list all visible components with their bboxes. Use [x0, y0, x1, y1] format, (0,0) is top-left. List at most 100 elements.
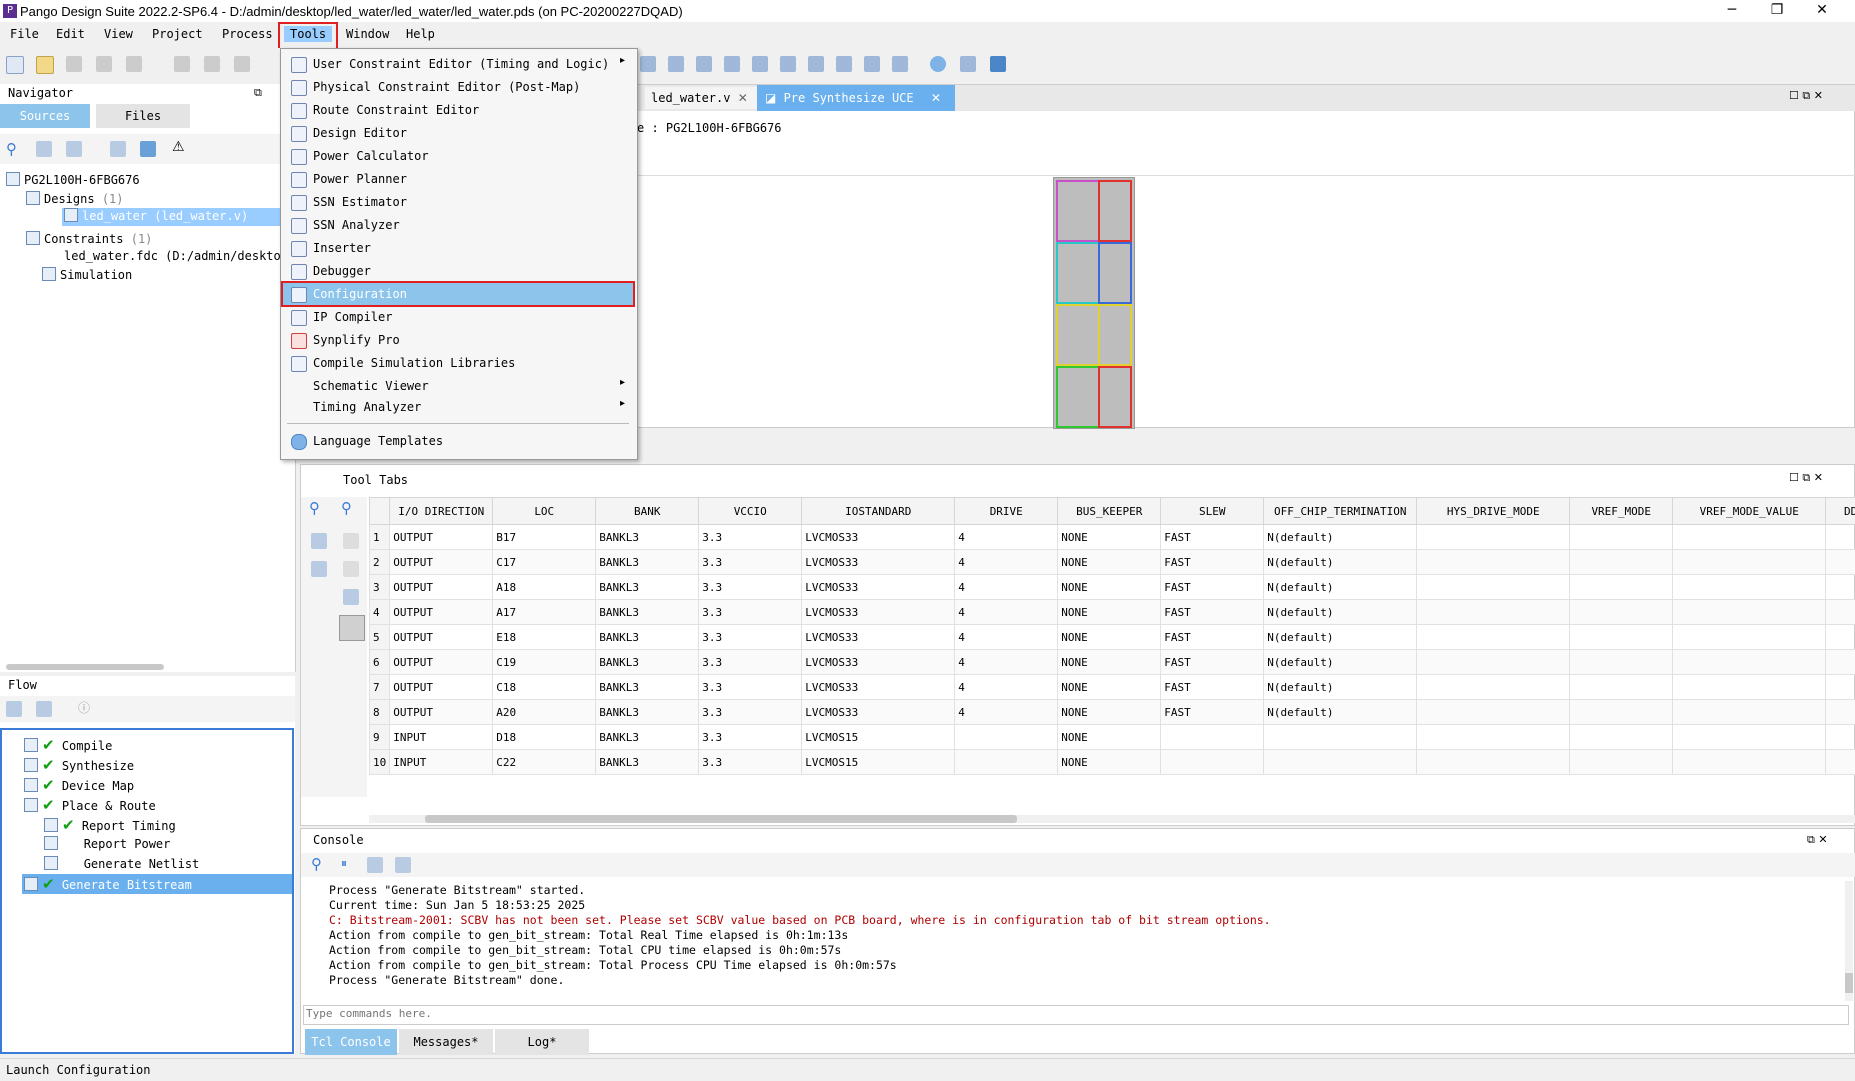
- tab-pre-synthesize-uce[interactable]: ◪ Pre Synthesize UCE ✕: [757, 85, 955, 111]
- table-row-number[interactable]: 5: [370, 625, 390, 650]
- table-cell[interactable]: OUTPUT: [390, 550, 493, 575]
- tool-icon-9[interactable]: [864, 56, 880, 72]
- table-row-number[interactable]: 10: [370, 750, 390, 775]
- table-cell[interactable]: [1673, 525, 1826, 550]
- table-cell[interactable]: [1417, 750, 1570, 775]
- flow-expand-icon[interactable]: [6, 701, 22, 717]
- table-row[interactable]: 3OUTPUTA18BANKL33.3LVCMOS334NONEFASTN(de…: [370, 575, 1855, 600]
- flow-item-generate-netlist[interactable]: Generate Netlist: [44, 856, 199, 871]
- table-cell[interactable]: INPUT: [390, 750, 493, 775]
- tools-menu-item-ssn-analyzer[interactable]: SSN Analyzer: [283, 214, 633, 236]
- table-cell[interactable]: C19: [493, 650, 596, 675]
- tools-menu-item-route-constraint-editor[interactable]: Route Constraint Editor: [283, 99, 633, 121]
- table-header-bank[interactable]: BANK: [596, 498, 699, 525]
- tab-messages[interactable]: Messages*: [399, 1029, 493, 1055]
- device-floorplan-view[interactable]: [1053, 177, 1135, 429]
- table-row[interactable]: 6OUTPUTC19BANKL33.3LVCMOS334NONEFASTN(de…: [370, 650, 1855, 675]
- table-cell[interactable]: N(default): [1264, 650, 1417, 675]
- tree-design-item[interactable]: led_water (led_water.v): [62, 208, 294, 226]
- table-cell[interactable]: LVCMOS33: [802, 575, 955, 600]
- minimize-button[interactable]: ─: [1712, 0, 1752, 22]
- tools-menu-item-language-templates[interactable]: Language Templates: [283, 430, 633, 452]
- table-cell[interactable]: LVCMOS33: [802, 675, 955, 700]
- table-cell[interactable]: OUTPUT: [390, 675, 493, 700]
- table-cell[interactable]: [1570, 750, 1673, 775]
- table-cell[interactable]: [1570, 575, 1673, 600]
- float-icon[interactable]: ⧉: [254, 86, 262, 100]
- tool-icon-2[interactable]: [668, 56, 684, 72]
- table-cell[interactable]: NONE: [1058, 650, 1161, 675]
- table-cell[interactable]: 4: [955, 625, 1058, 650]
- table-cell[interactable]: [1673, 750, 1826, 775]
- table-row-number[interactable]: 1: [370, 525, 390, 550]
- table-cell[interactable]: [1417, 725, 1570, 750]
- table-cell[interactable]: [1673, 650, 1826, 675]
- tcl-command-field[interactable]: [304, 1006, 1852, 1021]
- table-hscrollbar-track[interactable]: [369, 815, 1855, 823]
- table-cell[interactable]: [1826, 750, 1855, 775]
- table-cell[interactable]: OUTPUT: [390, 575, 493, 600]
- table-row-number[interactable]: 2: [370, 550, 390, 575]
- menu-process[interactable]: Process: [218, 27, 277, 41]
- console-expand-icon[interactable]: [367, 857, 383, 873]
- table-cell[interactable]: BANKL3: [596, 700, 699, 725]
- tree-constraints[interactable]: Constraints (1): [26, 231, 152, 246]
- tools-menu-item-ssn-estimator[interactable]: SSN Estimator: [283, 191, 633, 213]
- table-cell[interactable]: FAST: [1161, 675, 1264, 700]
- menu-help[interactable]: Help: [402, 27, 439, 41]
- help-icon[interactable]: ⓘ: [78, 699, 90, 716]
- tree-constraint-item[interactable]: led_water.fdc (D:/admin/desktop: [64, 249, 288, 263]
- table-cell[interactable]: LVCMOS33: [802, 525, 955, 550]
- table-cell[interactable]: C17: [493, 550, 596, 575]
- table-cell[interactable]: [1826, 700, 1855, 725]
- table-cell[interactable]: [1417, 600, 1570, 625]
- close-tab-icon[interactable]: ✕: [738, 91, 748, 105]
- table-cell[interactable]: [1826, 575, 1855, 600]
- table-cell[interactable]: OUTPUT: [390, 625, 493, 650]
- table-cell[interactable]: BANKL3: [596, 550, 699, 575]
- table-row-number[interactable]: 3: [370, 575, 390, 600]
- filter-icon[interactable]: [311, 533, 327, 549]
- table-cell[interactable]: LVCMOS33: [802, 550, 955, 575]
- flow-item-place-route[interactable]: ✔ Place & Route: [24, 796, 156, 814]
- table-cell[interactable]: [1570, 625, 1673, 650]
- table-row[interactable]: 1OUTPUTB17BANKL33.3LVCMOS334NONEFASTN(de…: [370, 525, 1855, 550]
- console-vscrollbar-thumb[interactable]: [1845, 973, 1853, 993]
- menu-file[interactable]: File: [6, 27, 43, 41]
- console-collapse-icon[interactable]: [395, 857, 411, 873]
- warning-icon[interactable]: ⚠: [172, 139, 185, 155]
- table-hscrollbar-thumb[interactable]: [425, 815, 1017, 823]
- tool-icon-4[interactable]: [724, 56, 740, 72]
- expand-all-icon[interactable]: [36, 141, 52, 157]
- table-cell[interactable]: [1417, 700, 1570, 725]
- add-folder-icon[interactable]: [140, 141, 156, 157]
- search-icon[interactable]: ⚲: [6, 140, 17, 158]
- table-cell[interactable]: LVCMOS15: [802, 750, 955, 775]
- tool-icon-6[interactable]: [780, 56, 796, 72]
- table-cell[interactable]: 4: [955, 675, 1058, 700]
- folder-icon[interactable]: [990, 56, 1006, 72]
- zoom-out-icon[interactable]: ⚲: [341, 499, 352, 517]
- tree-simulation[interactable]: Simulation: [42, 267, 132, 282]
- table-cell[interactable]: 3.3: [699, 550, 802, 575]
- zoom-in-icon[interactable]: ⚲: [309, 499, 320, 517]
- tcl-command-input[interactable]: [303, 1005, 1849, 1025]
- table-cell[interactable]: 3.3: [699, 575, 802, 600]
- tools-menu-item-power-planner[interactable]: Power Planner: [283, 168, 633, 190]
- tool-icon-5[interactable]: [752, 56, 768, 72]
- table-cell[interactable]: BANKL3: [596, 750, 699, 775]
- table-header-vccio[interactable]: VCCIO: [699, 498, 802, 525]
- table-cell[interactable]: FAST: [1161, 575, 1264, 600]
- table-cell[interactable]: INPUT: [390, 725, 493, 750]
- flow-item-report-power[interactable]: Report Power: [44, 836, 170, 851]
- table-cell[interactable]: FAST: [1161, 550, 1264, 575]
- table-header-drive[interactable]: DRIVE: [955, 498, 1058, 525]
- menu-tools[interactable]: Tools: [284, 26, 332, 42]
- close-window-button[interactable]: ✕: [1802, 0, 1842, 22]
- table-cell[interactable]: OUTPUT: [390, 600, 493, 625]
- tool-icon-7[interactable]: [808, 56, 824, 72]
- table-cell[interactable]: N(default): [1264, 700, 1417, 725]
- table-cell[interactable]: [1161, 725, 1264, 750]
- table-row-number[interactable]: 9: [370, 725, 390, 750]
- tab-tcl-console[interactable]: Tcl Console: [305, 1029, 397, 1055]
